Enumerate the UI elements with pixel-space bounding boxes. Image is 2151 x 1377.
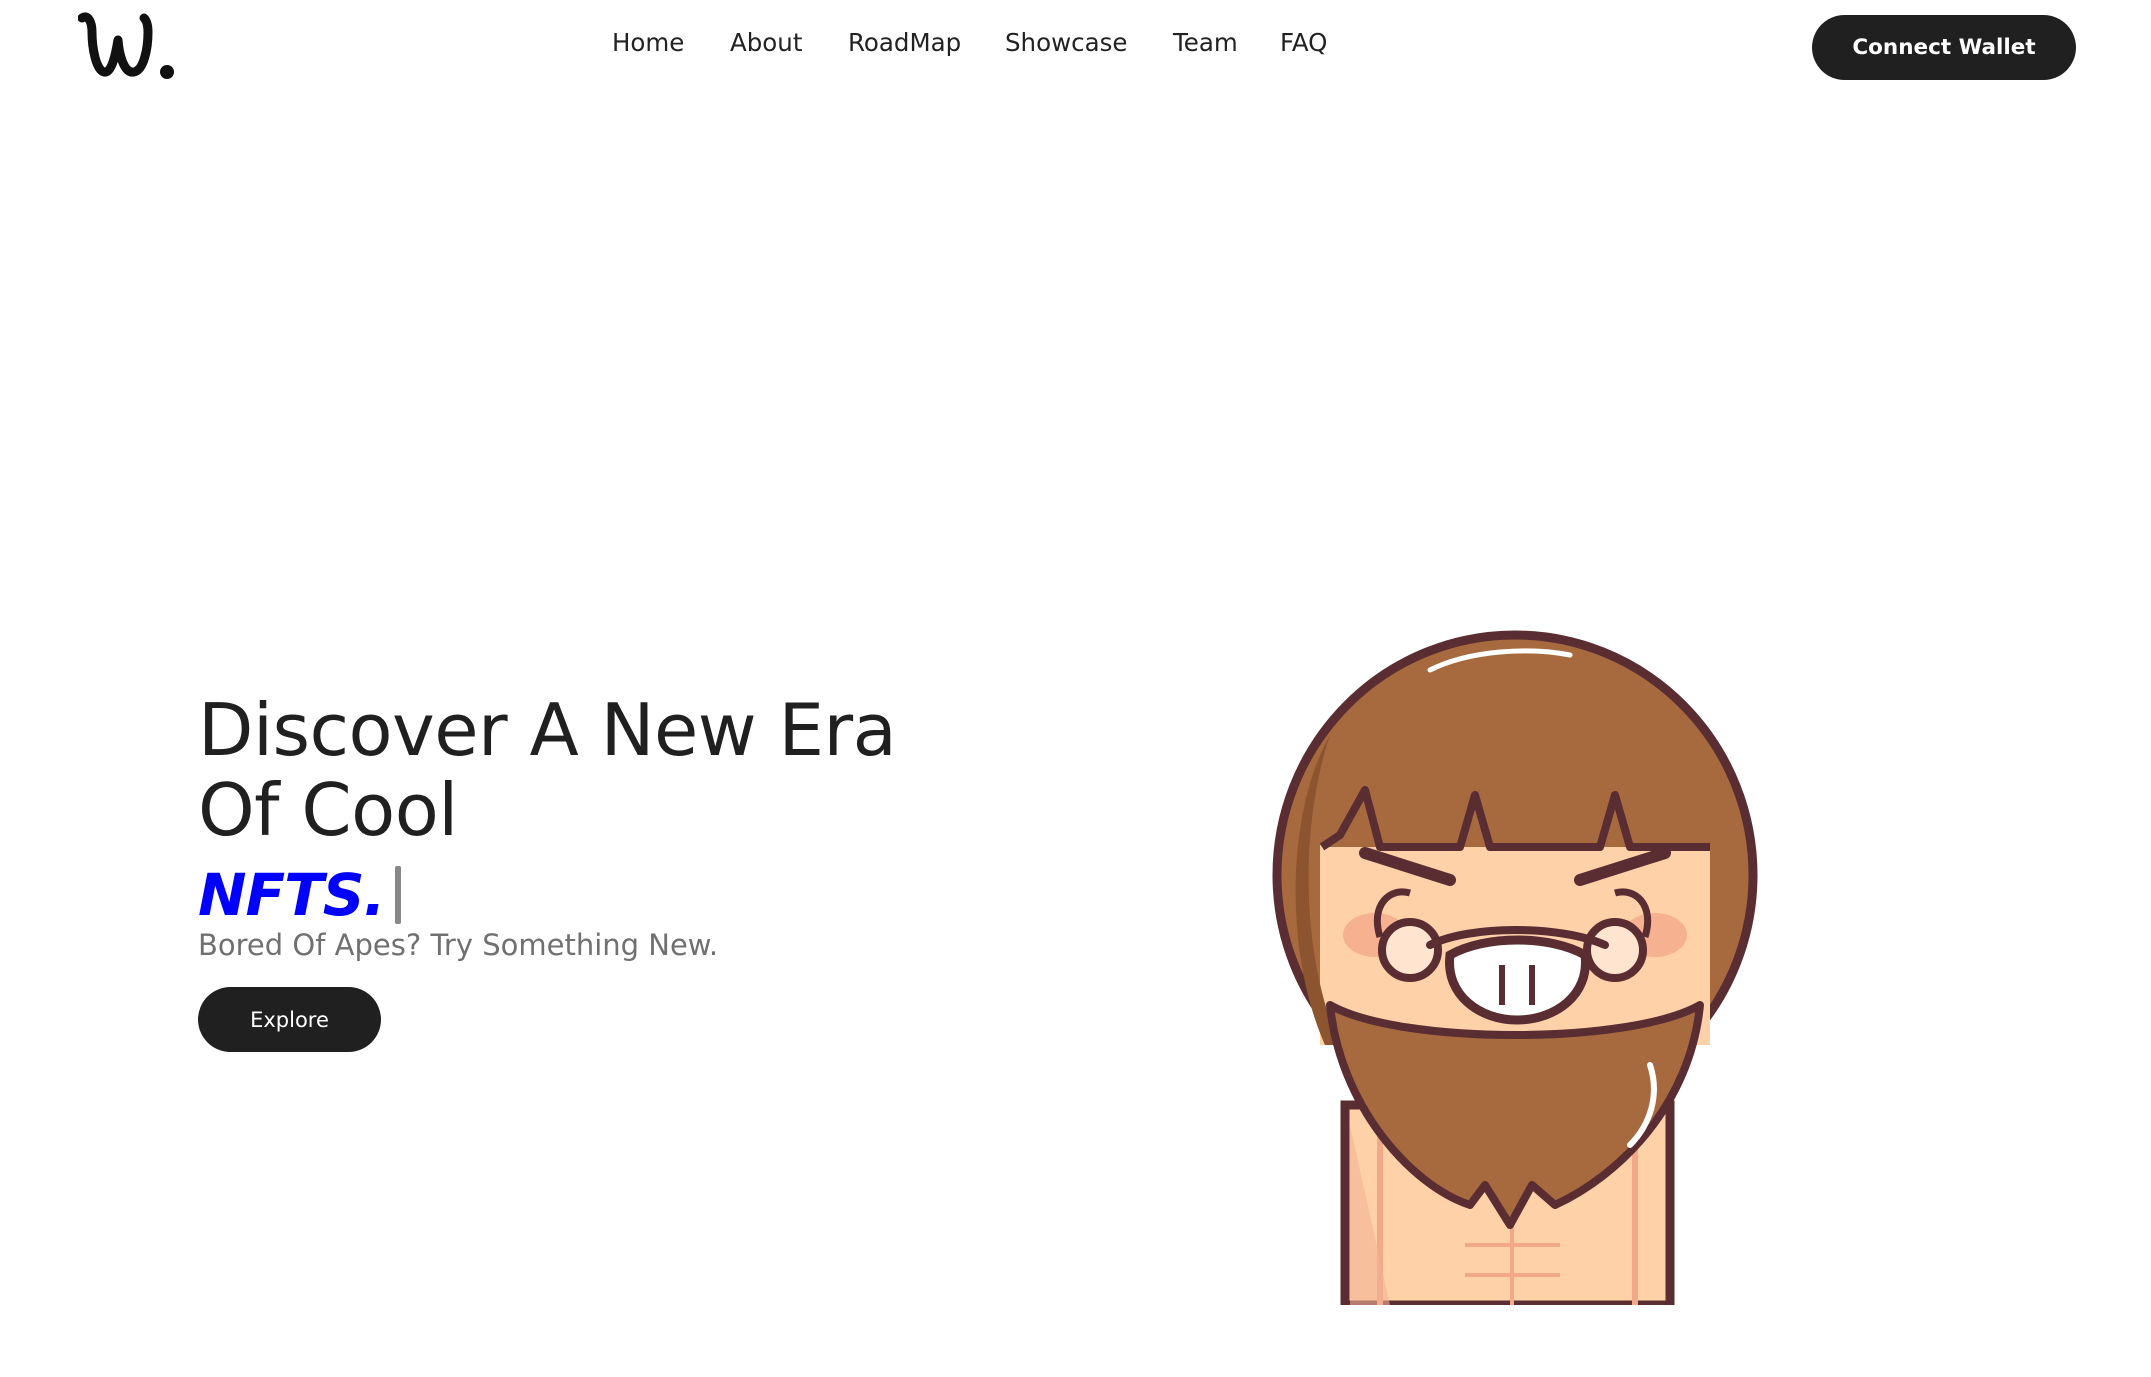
- nav-faq-link[interactable]: FAQ: [1280, 28, 1327, 57]
- typing-cursor: [394, 866, 401, 924]
- hero-title-line2: Of Cool: [198, 768, 458, 852]
- hero-title-line1: Discover A New Era: [198, 688, 897, 772]
- navbar: Home About RoadMap Showcase Team FAQ Con…: [0, 0, 2151, 92]
- logo-icon[interactable]: [77, 8, 180, 86]
- explore-button[interactable]: Explore: [198, 987, 381, 1052]
- nav-team-link[interactable]: Team: [1173, 28, 1238, 57]
- nav-home-link[interactable]: Home: [612, 28, 684, 57]
- hero-section: Discover A New Era Of Cool NFTS. Bored O…: [198, 690, 958, 1052]
- connect-wallet-button[interactable]: Connect Wallet: [1812, 15, 2076, 80]
- nav-showcase-link[interactable]: Showcase: [1005, 28, 1127, 57]
- typed-text: NFTS.: [198, 860, 401, 930]
- typed-word: NFTS.: [198, 861, 386, 929]
- hero-subtitle: Bored Of Apes? Try Something New.: [198, 928, 719, 962]
- hero-character-illustration: [1270, 625, 1780, 1310]
- hero-title: Discover A New Era Of Cool: [198, 690, 958, 850]
- nav-roadmap-link[interactable]: RoadMap: [848, 28, 961, 57]
- nav-about-link[interactable]: About: [730, 28, 802, 57]
